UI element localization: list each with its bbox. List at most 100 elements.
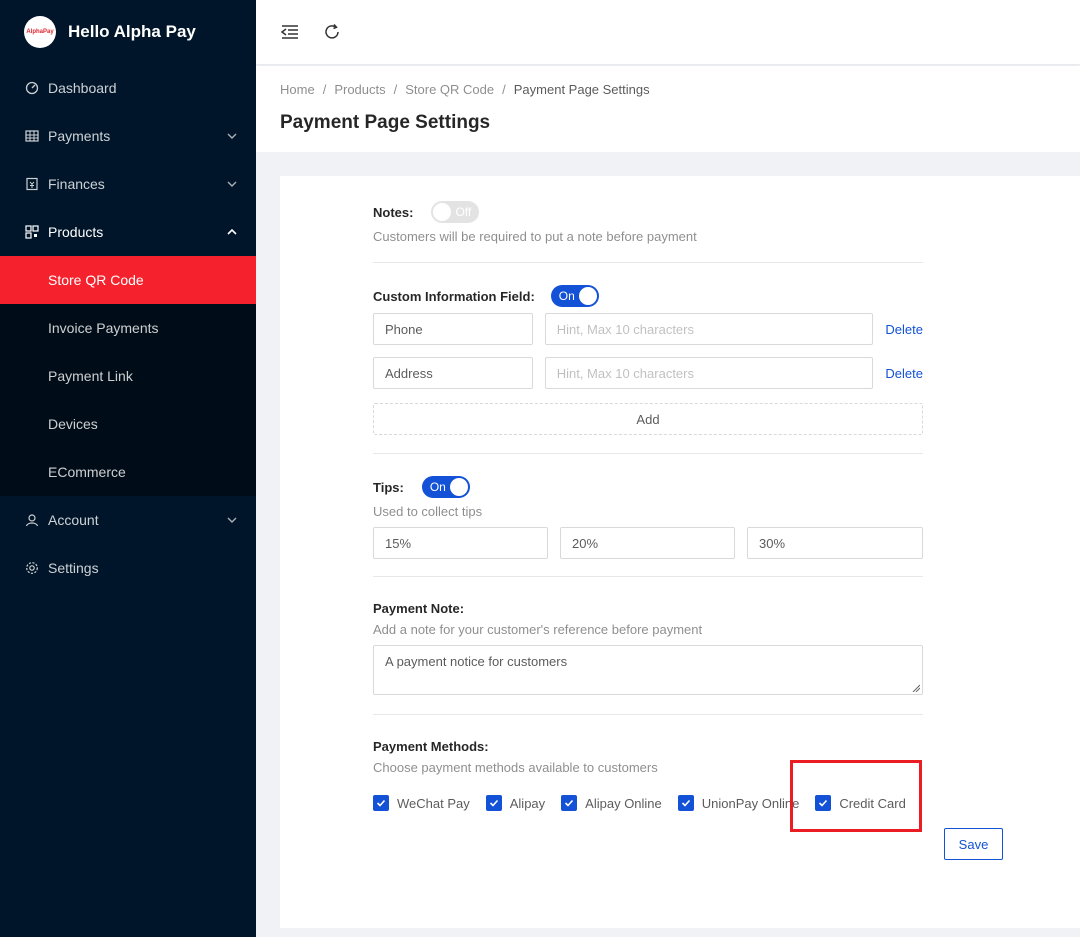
sidebar-item-store-qr-code[interactable]: Store QR Code [0,256,256,304]
chevron-down-icon [227,181,237,187]
user-icon [24,512,40,528]
payment-note-section: Payment Note: Add a note for your custom… [373,577,923,715]
notes-switch[interactable]: Off [431,201,480,223]
custom-field-name-input[interactable]: Address [373,357,533,389]
save-button[interactable]: Save [944,828,1003,860]
sidebar-item-label: Dashboard [48,80,117,96]
app-title: Hello Alpha Pay [68,22,196,41]
sidebar-item-devices[interactable]: Devices [0,400,256,448]
checkbox-label: WeChat Pay [397,795,470,811]
add-field-button[interactable]: Add [373,403,923,435]
checkbox-label: UnionPay Online [701,795,800,811]
sidebar-item-payments[interactable]: Payments [0,112,256,160]
sidebar-item-settings[interactable]: Settings [0,544,256,592]
sidebar-item-account[interactable]: Account [0,496,256,544]
account-book-icon [24,176,40,192]
custom-info-switch[interactable]: On [550,285,599,307]
payment-note-text: A payment notice for customers [385,654,568,669]
custom-info-label: Custom Information Field: [373,288,535,304]
sidebar-item-label: Finances [48,176,105,192]
notes-section: Notes: Off Customers will be required to… [373,176,923,263]
payment-note-hint: Add a note for your customer's reference… [373,622,703,637]
sidebar-item-label: Account [48,512,99,528]
checkbox-wechat-pay[interactable]: WeChat Pay [373,795,470,811]
menu-fold-icon [280,25,298,39]
resize-handle-icon[interactable] [912,684,920,692]
payment-note-textarea[interactable]: A payment notice for customers [373,645,923,695]
tip-input-1[interactable]: 15% [373,527,548,559]
checkbox-unionpay-online[interactable]: UnionPay Online [677,795,800,811]
custom-field-hint-input[interactable]: Hint, Max 10 characters [544,313,874,345]
brand: AlphaPay Hello Alpha Pay [0,0,256,64]
table-icon [24,128,40,144]
sidebar: AlphaPay Hello Alpha Pay Dashboard Payme… [0,0,256,937]
breadcrumb-products[interactable]: Products [334,82,385,97]
tip-input-3[interactable]: 30% [747,527,923,559]
qrcode-icon [24,224,40,240]
notes-label: Notes: [373,204,414,220]
page-title: Payment Page Settings [280,112,491,133]
settings-form: Notes: Off Customers will be required to… [373,176,923,811]
checkbox-alipay-online[interactable]: Alipay Online [561,795,662,811]
switch-knob [433,203,452,221]
sidebar-item-dashboard[interactable]: Dashboard [0,64,256,112]
breadcrumb-store-qr-code[interactable]: Store QR Code [405,82,494,97]
breadcrumb-current: Payment Page Settings [513,81,650,97]
checkbox-label: Alipay [509,795,546,811]
menu-fold-button[interactable] [280,22,300,42]
custom-info-section: Custom Information Field: On Phone Hint,… [373,263,923,454]
checkbox-checked-icon [677,795,694,811]
switch-knob [578,287,597,305]
sidebar-item-products[interactable]: Products [0,208,256,256]
top-header [256,0,1080,64]
switch-text: On [558,289,575,303]
app-logo: AlphaPay [24,16,56,48]
reload-icon [325,23,339,39]
custom-field-row: Address Hint, Max 10 characters Delete [373,357,923,389]
logo-text: AlphaPay [26,29,54,35]
gear-icon [24,560,40,576]
breadcrumb-separator: / [322,81,327,97]
chevron-down-icon [227,517,237,523]
switch-text: On [429,480,446,494]
breadcrumb-separator: / [393,81,398,97]
tips-label: Tips: [373,479,404,495]
sidebar-item-label: Payments [48,128,111,144]
sidebar-item-finances[interactable]: Finances [0,160,256,208]
breadcrumb-home[interactable]: Home [280,82,315,97]
custom-field-hint-input[interactable]: Hint, Max 10 characters [544,357,874,389]
dashboard-icon [24,80,40,96]
settings-card: Notes: Off Customers will be required to… [280,176,1080,928]
custom-field-name-input[interactable]: Phone [373,313,533,345]
tips-section: Tips: On Used to collect tips 15% 20% 30… [373,454,923,577]
chevron-down-icon [227,133,237,139]
checkbox-checked-icon [485,795,502,811]
tips-switch[interactable]: On [421,476,470,498]
breadcrumb: Home / Products / Store QR Code / Paymen… [280,80,1056,98]
checkbox-checked-icon [561,795,578,811]
checkbox-checked-icon [373,795,389,811]
reload-button[interactable] [322,22,342,42]
breadcrumb-separator: / [502,81,506,97]
tip-input-2[interactable]: 20% [560,527,735,559]
sidebar-item-payment-link[interactable]: Payment Link [0,352,256,400]
delete-field-link[interactable]: Delete [885,366,923,381]
tips-values-row: 15% 20% 30% [373,527,923,559]
sidebar-item-invoice-payments[interactable]: Invoice Payments [0,304,256,352]
payment-methods-label: Payment Methods: [373,739,489,754]
delete-field-link[interactable]: Delete [885,322,923,337]
sidebar-item-ecommerce[interactable]: ECommerce [0,448,256,496]
switch-text: Off [455,205,472,219]
checkbox-alipay[interactable]: Alipay [485,795,546,811]
page-header: Home / Products / Store QR Code / Paymen… [256,66,1080,152]
checkbox-label: Alipay Online [585,795,662,811]
custom-field-row: Phone Hint, Max 10 characters Delete [373,313,923,345]
sidebar-item-label: Products [48,224,104,240]
notes-hint: Customers will be required to put a note… [373,229,697,244]
sidebar-item-label: Settings [48,560,99,576]
tips-hint: Used to collect tips [373,504,483,519]
payment-note-label: Payment Note: [373,601,465,616]
switch-knob [449,478,468,496]
products-submenu: Store QR Code Invoice Payments Payment L… [0,256,256,496]
chevron-up-icon [227,228,237,235]
